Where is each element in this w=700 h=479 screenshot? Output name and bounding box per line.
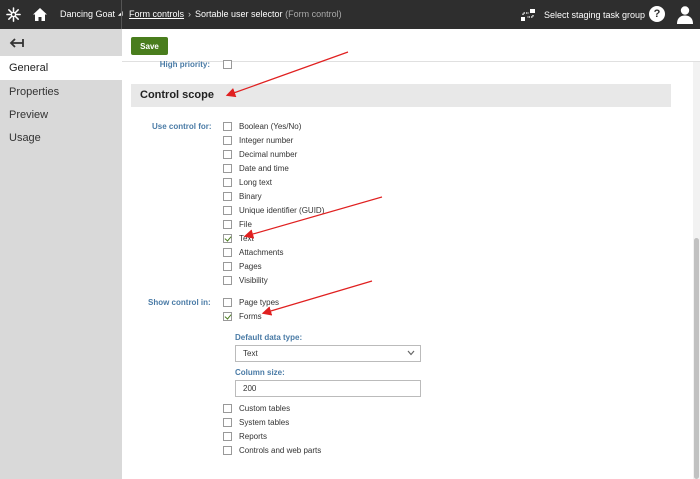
checkbox-label: Attachments <box>239 247 284 257</box>
sidebar-item-general[interactable]: General <box>0 56 122 80</box>
sidebar-item-properties[interactable]: Properties <box>0 80 122 104</box>
checkbox-label: Custom tables <box>239 403 291 413</box>
checkbox[interactable] <box>223 297 232 307</box>
checkbox-label: Date and time <box>239 163 289 173</box>
breadcrumb-current: Sortable user selector <box>195 9 283 19</box>
checkbox[interactable] <box>223 135 232 145</box>
checkbox[interactable] <box>223 247 232 257</box>
checkbox[interactable] <box>223 121 232 131</box>
chevron-down-icon <box>407 350 415 356</box>
sidebar-item-usage[interactable]: Usage <box>0 126 122 150</box>
checkbox-label: Integer number <box>239 135 294 145</box>
user-icon[interactable] <box>676 5 694 24</box>
checkbox-label: Binary <box>239 191 262 201</box>
checkbox-label: Reports <box>239 431 268 441</box>
staging-label: Select staging task group <box>544 9 646 20</box>
column-size-field[interactable] <box>235 380 421 397</box>
checkbox[interactable] <box>223 261 232 271</box>
back-arrow-icon[interactable] <box>8 35 26 51</box>
checkbox[interactable] <box>223 163 232 173</box>
column-size-label: Column size: <box>235 368 285 377</box>
header-actions: Save <box>122 29 700 61</box>
app-logo-icon[interactable] <box>0 0 27 29</box>
checkbox-label: Text <box>239 233 254 243</box>
checkbox-binary[interactable]: Binary <box>223 190 262 202</box>
checkbox-boolean[interactable]: Boolean (Yes/No) <box>223 120 301 132</box>
checkbox-date-and-time[interactable]: Date and time <box>223 162 289 174</box>
checkbox-system-tables[interactable]: System tables <box>223 416 289 428</box>
checkbox-custom-tables[interactable]: Custom tables <box>223 402 290 414</box>
column-size-input[interactable] <box>236 381 420 396</box>
default-data-type-label: Default data type: <box>235 333 303 342</box>
checkbox-label: System tables <box>239 417 290 427</box>
checkbox[interactable] <box>223 177 232 187</box>
checkbox-label: Long text <box>239 177 272 187</box>
checkbox-label: Visibility <box>239 275 268 285</box>
checkbox-long-text[interactable]: Long text <box>223 176 272 188</box>
top-bar: Dancing Goat◢ Form controls ›Sortable use… <box>0 0 700 29</box>
breadcrumb-chevron-icon: › <box>188 9 192 19</box>
checkbox-checked[interactable] <box>223 233 232 243</box>
checkbox-label: Decimal number <box>239 149 298 159</box>
checkbox-label: Controls and web parts <box>239 445 322 455</box>
topbar-divider <box>121 0 122 29</box>
checkbox-page-types[interactable]: Page types <box>223 296 279 308</box>
checkbox-integer-number[interactable]: Integer number <box>223 134 293 146</box>
checkbox[interactable] <box>223 191 232 201</box>
checkbox-visibility[interactable]: Visibility <box>223 274 268 286</box>
section-title: Control scope <box>140 89 214 101</box>
checkbox-checked[interactable] <box>223 311 232 321</box>
checkbox[interactable] <box>223 275 232 285</box>
checkbox[interactable] <box>223 417 232 427</box>
checkbox-label: Pages <box>239 261 262 271</box>
checkbox-controls-and-web-parts[interactable]: Controls and web parts <box>223 444 321 456</box>
checkbox-label: Boolean (Yes/No) <box>239 121 302 131</box>
checkbox-guid[interactable]: Unique identifier (GUID) <box>223 204 324 216</box>
save-button[interactable]: Save <box>131 37 168 55</box>
default-data-type-value: Text <box>243 349 258 358</box>
home-icon[interactable] <box>27 0 53 29</box>
vertical-scrollbar[interactable] <box>693 62 700 479</box>
sidebar-item-preview[interactable]: Preview <box>0 103 122 127</box>
main-content: Save High priority: Control scope Use co… <box>122 29 700 479</box>
checkbox[interactable] <box>223 219 232 229</box>
site-selector[interactable]: Dancing Goat◢ <box>60 0 123 29</box>
control-scope-section: Control scope <box>131 84 671 107</box>
checkbox[interactable] <box>223 431 232 441</box>
staging-task-group-selector[interactable]: Select staging task group <box>521 0 645 29</box>
checkbox-label: File <box>239 219 252 229</box>
staging-icon <box>521 8 535 21</box>
show-control-in-label: Show control in: <box>148 298 211 307</box>
checkbox[interactable] <box>223 205 232 215</box>
checkbox-decimal-number[interactable]: Decimal number <box>223 148 297 160</box>
breadcrumb-sub: (Form control) <box>285 9 342 19</box>
checkbox-label: Unique identifier (GUID) <box>239 205 325 215</box>
checkbox-forms[interactable]: Forms <box>223 310 262 322</box>
checkbox-attachments[interactable]: Attachments <box>223 246 283 258</box>
checkbox-pages[interactable]: Pages <box>223 260 262 272</box>
high-priority-checkbox[interactable] <box>223 59 232 69</box>
use-control-for-label: Use control for: <box>152 122 212 131</box>
breadcrumb-link-form-controls[interactable]: Form controls <box>129 9 184 19</box>
checkbox-label: Page types <box>239 297 280 307</box>
checkbox[interactable] <box>223 149 232 159</box>
breadcrumb: Form controls › Sortable user selector (Fo… <box>129 0 342 29</box>
high-priority-checkbox-row[interactable] <box>223 58 232 70</box>
sidebar: General Properties Preview Usage <box>0 29 122 479</box>
high-priority-label: High priority: <box>159 60 210 69</box>
site-name: Dancing Goat <box>60 9 116 19</box>
checkbox-text[interactable]: Text <box>223 232 254 244</box>
checkbox[interactable] <box>223 445 232 455</box>
checkbox-file[interactable]: File <box>223 218 252 230</box>
scrollbar-thumb[interactable] <box>694 238 699 479</box>
checkbox[interactable] <box>223 403 232 413</box>
checkbox-label: Forms <box>239 311 262 321</box>
checkbox-reports[interactable]: Reports <box>223 430 267 442</box>
help-icon[interactable]: ? <box>649 6 665 22</box>
default-data-type-select[interactable]: Text <box>235 345 421 362</box>
